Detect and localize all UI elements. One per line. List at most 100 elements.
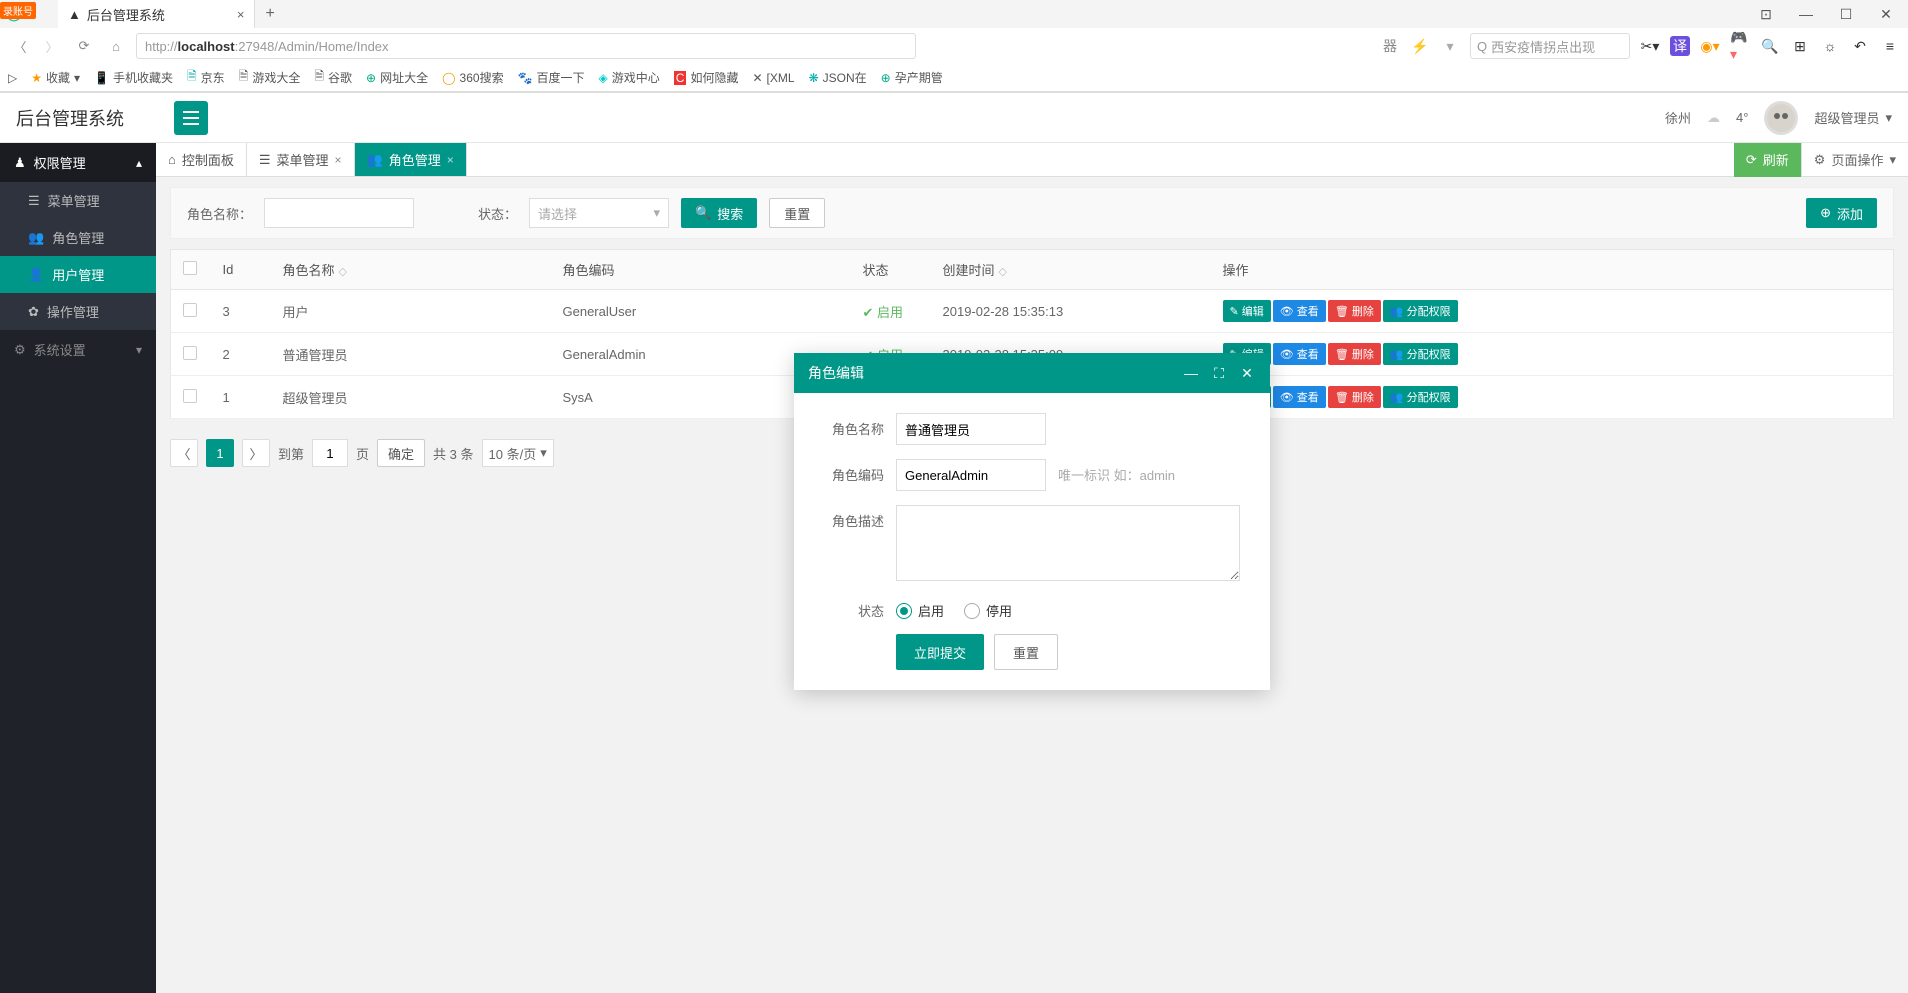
bookmark-item[interactable]: 🐾百度一下 [518, 69, 585, 86]
col-name[interactable]: 角色名称◇ [271, 250, 551, 290]
close-icon[interactable]: × [237, 7, 245, 22]
reset-form-button[interactable]: 重置 [994, 634, 1058, 670]
goto-confirm-button[interactable]: 确定 [377, 439, 425, 467]
url-input[interactable]: http://localhost:27948/Admin/Home/Index [136, 33, 916, 59]
page-size-select[interactable]: 10 条/页 ▾ [482, 439, 554, 467]
bookmark-item[interactable]: 🗎京东 [187, 67, 225, 88]
menu-toggle-button[interactable] [174, 101, 208, 135]
modal-header[interactable]: 角色编辑 — ⛶ ✕ [794, 353, 1270, 393]
select-all-checkbox[interactable] [183, 261, 197, 275]
delete-button[interactable]: 🗑 删除 [1328, 386, 1381, 408]
reload-button[interactable]: ⟳ [72, 34, 96, 58]
row-checkbox[interactable] [183, 303, 197, 317]
row-checkbox[interactable] [183, 346, 197, 360]
sun-icon[interactable]: ☼ [1820, 36, 1840, 56]
role-desc-field[interactable] [896, 505, 1240, 581]
sidebar-item-user[interactable]: 👤 用户管理 [0, 256, 156, 293]
tab-role-manage[interactable]: 👥 角色管理 × [355, 143, 467, 176]
apps-icon[interactable]: ⊞ [1790, 36, 1810, 56]
pin-icon[interactable]: ⊡ [1752, 6, 1780, 23]
bookmark-item[interactable]: 🗎谷歌 [314, 67, 352, 88]
bookmark-item[interactable]: ⊕孕产期管 [881, 69, 943, 86]
bookmark-item[interactable]: 📱手机收藏夹 [94, 69, 173, 86]
submit-button[interactable]: 立即提交 [896, 634, 984, 670]
browser-tab[interactable]: ▲ 后台管理系统 × [58, 0, 255, 28]
maximize-icon[interactable]: ⛶ [1210, 365, 1228, 382]
bookmark-item[interactable]: ❋JSON在 [809, 69, 867, 86]
edit-button[interactable]: ✎ 编辑 [1223, 300, 1271, 322]
bookmark-item[interactable]: ✕[XML [752, 71, 794, 85]
bookmark-item[interactable]: 🗎游戏大全 [239, 67, 301, 88]
close-window-icon[interactable]: ✕ [1872, 6, 1900, 23]
sidebar-item-operation[interactable]: ✿ 操作管理 [0, 293, 156, 330]
assign-perm-button[interactable]: 👥 分配权限 [1383, 300, 1458, 322]
browser-search-input[interactable]: Q 西安疫情拐点出现 [1470, 33, 1630, 59]
minimize-icon[interactable]: — [1182, 365, 1200, 382]
sidebar-item-role[interactable]: 👥 角色管理 [0, 219, 156, 256]
search2-icon[interactable]: 🔍 [1760, 36, 1780, 56]
reset-button[interactable]: 重置 [769, 198, 825, 228]
col-created[interactable]: 创建时间◇ [931, 250, 1211, 290]
new-tab-button[interactable]: + [255, 5, 284, 23]
game-icon[interactable]: 🎮▾ [1730, 36, 1750, 56]
radio-disable[interactable]: 停用 [964, 601, 1012, 620]
role-name-input[interactable] [264, 198, 414, 228]
bookmark-item[interactable]: ◈游戏中心 [599, 69, 660, 86]
menu-icon[interactable]: ≡ [1880, 36, 1900, 56]
ext-icon[interactable]: 器 [1380, 36, 1400, 56]
search-button[interactable]: 🔍 搜索 [681, 198, 757, 228]
next-page-button[interactable]: 〉 [242, 439, 270, 467]
avatar[interactable] [1764, 101, 1798, 135]
sidebar-group-permissions[interactable]: ♟ 权限管理 ▴ [0, 143, 156, 182]
assign-perm-button[interactable]: 👥 分配权限 [1383, 386, 1458, 408]
forward-button[interactable]: 〉 [40, 34, 64, 58]
prev-page-button[interactable]: 〈 [170, 439, 198, 467]
page-ops-button[interactable]: ⚙ 页面操作 ▾ [1801, 143, 1908, 177]
tab-dashboard[interactable]: ⌂ 控制面板 [156, 143, 247, 176]
cell-id: 3 [211, 290, 271, 333]
user-dropdown[interactable]: 超级管理员 ▾ [1814, 108, 1892, 127]
goto-page-input[interactable] [312, 439, 348, 467]
col-id[interactable]: Id [211, 250, 271, 290]
bookmark-item[interactable]: ★收藏 ▾ [31, 69, 80, 86]
bookmarks-expand-icon[interactable]: ▷ [8, 71, 17, 85]
close-icon[interactable]: ✕ [1238, 365, 1256, 382]
view-button[interactable]: 👁 查看 [1273, 386, 1326, 408]
sidebar: ♟ 权限管理 ▴ ☰ 菜单管理 👥 角色管理 👤 用户管理 ✿ 操作管理 ⚙ 系… [0, 143, 156, 993]
sort-icon: ◇ [999, 266, 1007, 278]
close-icon[interactable]: × [447, 153, 454, 167]
bookmark-item[interactable]: ⊕网址大全 [366, 69, 428, 86]
role-name-field[interactable] [896, 413, 1046, 445]
minimize-icon[interactable]: — [1792, 6, 1820, 23]
view-button[interactable]: 👁 查看 [1273, 343, 1326, 365]
restore-icon[interactable]: ↶ [1850, 36, 1870, 56]
add-button[interactable]: ⊕ 添加 [1806, 198, 1877, 228]
view-button[interactable]: 👁 查看 [1273, 300, 1326, 322]
sidebar-item-menu[interactable]: ☰ 菜单管理 [0, 182, 156, 219]
maximize-icon[interactable]: ☐ [1832, 6, 1860, 23]
status-select[interactable]: 请选择 ▾ [529, 198, 669, 228]
role-icon: 👥 [28, 230, 44, 246]
close-icon[interactable]: × [335, 153, 342, 167]
sidebar-group-system[interactable]: ⚙ 系统设置 ▾ [0, 330, 156, 369]
role-code-field[interactable] [896, 459, 1046, 491]
home-button[interactable]: ⌂ [104, 34, 128, 58]
tab-menu-manage[interactable]: ☰ 菜单管理 × [247, 143, 355, 176]
refresh-button[interactable]: ⟳ 刷新 [1734, 143, 1801, 177]
assign-perm-button[interactable]: 👥 分配权限 [1383, 343, 1458, 365]
bolt-icon[interactable]: ⚡ [1410, 36, 1430, 56]
bookmark-item[interactable]: C如何隐藏 [674, 69, 739, 86]
chevron-down-icon: ▾ [540, 445, 547, 461]
delete-button[interactable]: 🗑 删除 [1328, 300, 1381, 322]
city-label: 徐州 [1665, 108, 1691, 127]
page-number-button[interactable]: 1 [206, 439, 234, 467]
scissors-icon[interactable]: ✂▾ [1640, 36, 1660, 56]
dropdown-icon[interactable]: ▾ [1440, 36, 1460, 56]
shield-icon[interactable]: ◉▾ [1700, 36, 1720, 56]
row-checkbox[interactable] [183, 389, 197, 403]
radio-enable[interactable]: 启用 [896, 601, 944, 620]
bookmark-item[interactable]: ◯360搜索 [442, 69, 503, 86]
translate-icon[interactable]: 译 [1670, 36, 1690, 56]
delete-button[interactable]: 🗑 删除 [1328, 343, 1381, 365]
back-button[interactable]: 〈 [8, 34, 32, 58]
